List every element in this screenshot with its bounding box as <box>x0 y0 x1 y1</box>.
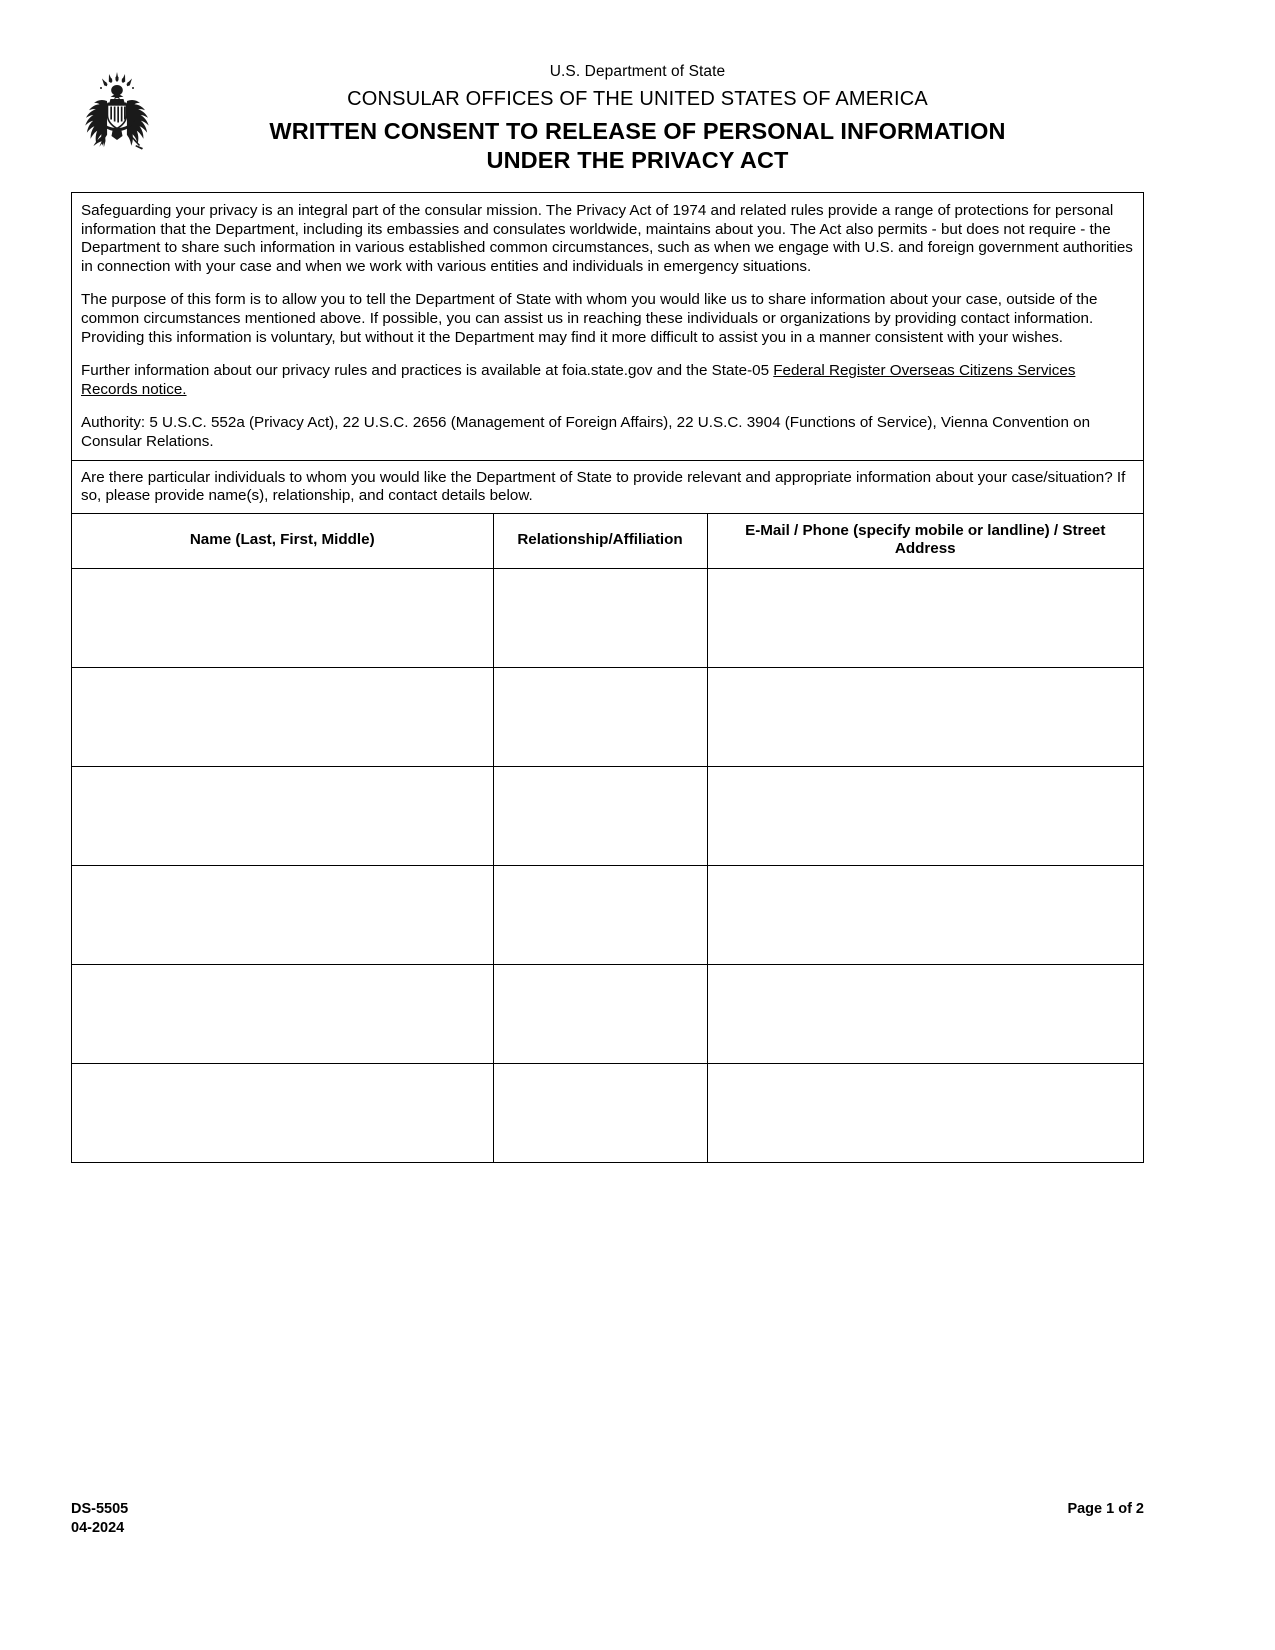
cell-relationship[interactable] <box>493 766 708 866</box>
question-block: Are there particular individuals to whom… <box>72 461 1143 514</box>
table-row <box>72 865 1143 965</box>
cell-name[interactable] <box>72 766 494 866</box>
office-name: CONSULAR OFFICES OF THE UNITED STATES OF… <box>347 88 928 110</box>
privacy-notice-block: Safeguarding your privacy is an integral… <box>72 193 1143 461</box>
form-title-line-1: WRITTEN CONSENT TO RELEASE OF PERSONAL I… <box>269 118 1006 144</box>
cell-relationship[interactable] <box>493 865 708 965</box>
table-row <box>72 1063 1143 1162</box>
form-number: DS-5505 <box>71 1501 129 1517</box>
document-page: U.S. Department of State CONSULAR OFFICE… <box>0 0 1275 1650</box>
notice-paragraph-3-text: Further information about our privacy ru… <box>81 362 774 380</box>
cell-relationship[interactable] <box>493 1063 708 1162</box>
department-name: U.S. Department of State <box>549 63 726 80</box>
notice-paragraph-3: Further information about our privacy ru… <box>81 362 1135 399</box>
contacts-table: Name (Last, First, Middle) Relationship/… <box>72 513 1143 1162</box>
great-seal-eagle-icon <box>72 68 162 160</box>
cell-contact[interactable] <box>707 766 1143 866</box>
cell-contact[interactable] <box>707 964 1143 1064</box>
cell-contact[interactable] <box>707 1063 1143 1162</box>
table-row <box>72 964 1143 1064</box>
cell-name[interactable] <box>72 865 494 965</box>
column-header-contact: E-Mail / Phone (specify mobile or landli… <box>707 513 1143 569</box>
cell-name[interactable] <box>72 568 494 668</box>
footer-form-info: DS-5505 04-2024 <box>71 1500 128 1538</box>
form-title-line-2: UNDER THE PRIVACY ACT <box>486 147 789 173</box>
table-header-row: Name (Last, First, Middle) Relationship/… <box>72 513 1143 569</box>
page-number: Page 1 of 2 <box>1067 1501 1144 1517</box>
notice-paragraph-authority: Authority: 5 U.S.C. 552a (Privacy Act), … <box>81 414 1091 450</box>
cell-name[interactable] <box>72 1063 494 1162</box>
cell-relationship[interactable] <box>493 568 708 668</box>
cell-name[interactable] <box>72 667 494 767</box>
notice-paragraph-1: Safeguarding your privacy is an integral… <box>81 202 1133 275</box>
document-header: U.S. Department of State CONSULAR OFFICE… <box>0 0 1275 173</box>
cell-contact[interactable] <box>707 568 1143 668</box>
table-row <box>72 568 1143 668</box>
column-header-name: Name (Last, First, Middle) <box>72 513 494 569</box>
cell-name[interactable] <box>72 964 494 1064</box>
notice-paragraph-2: The purpose of this form is to allow you… <box>81 291 1098 346</box>
cell-relationship[interactable] <box>493 964 708 1064</box>
document-footer: DS-5505 04-2024 Page 1 of 2 <box>71 1500 1144 1538</box>
column-header-relationship: Relationship/Affiliation <box>493 513 708 569</box>
question-prompt: Are there particular individuals to whom… <box>81 468 1126 505</box>
cell-relationship[interactable] <box>493 667 708 767</box>
cell-contact[interactable] <box>707 667 1143 767</box>
form-date: 04-2024 <box>71 1520 125 1536</box>
table-row <box>72 766 1143 866</box>
table-row <box>72 667 1143 767</box>
cell-contact[interactable] <box>707 865 1143 965</box>
form-body: Safeguarding your privacy is an integral… <box>71 192 1144 1163</box>
